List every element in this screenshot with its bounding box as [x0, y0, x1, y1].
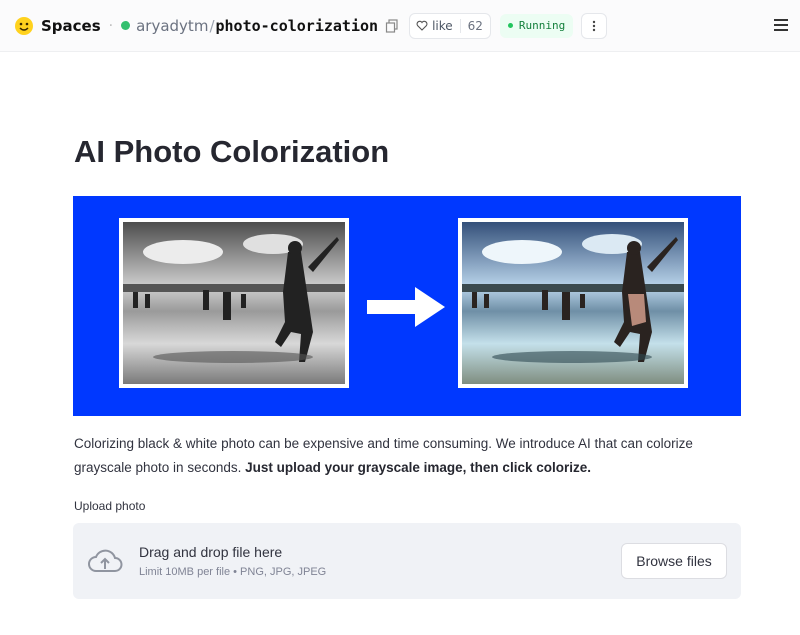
like-label: like [432, 18, 453, 33]
grayscale-photo [119, 218, 349, 388]
path-slash: / [209, 16, 215, 35]
intro-instruction: Just upload your grayscale image, then c… [245, 460, 591, 475]
kebab-icon [593, 20, 596, 31]
status-text: Running [518, 19, 566, 32]
dropzone-text: Drag and drop file here Limit 10MB per f… [139, 544, 621, 578]
breadcrumb-separator: · [108, 17, 114, 34]
browse-files-button[interactable]: Browse files [621, 543, 727, 579]
top-bar: Spaces · aryadytm / photo-colorization l… [0, 0, 800, 52]
colorized-photo [458, 218, 688, 388]
owner-avatar [121, 21, 131, 30]
page-title: AI Photo Colorization [74, 134, 390, 169]
hamburger-menu-icon[interactable] [774, 19, 788, 31]
repo-name[interactable]: photo-colorization [216, 17, 379, 35]
like-button[interactable]: like 62 [409, 12, 491, 39]
more-options-button[interactable] [581, 12, 608, 39]
arrow-right-icon [367, 287, 445, 327]
huggingface-logo[interactable] [14, 16, 34, 36]
file-dropzone[interactable]: Drag and drop file here Limit 10MB per f… [73, 523, 741, 599]
drag-instruction: Drag and drop file here [139, 544, 283, 560]
upload-label: Upload photo [74, 499, 146, 513]
intro-paragraph: Colorizing black & white photo can be ex… [74, 432, 754, 480]
hero-banner [73, 196, 741, 416]
like-count[interactable]: 62 [459, 18, 490, 33]
copy-icon[interactable] [385, 18, 399, 33]
file-limit-text: Limit 10MB per file • PNG, JPG, JPEG [139, 566, 327, 578]
owner-link[interactable]: aryadytm [136, 17, 208, 35]
like-toggle[interactable]: like [410, 19, 460, 33]
cloud-upload-icon [88, 549, 123, 572]
heart-icon [416, 20, 428, 31]
status-badge[interactable]: Running [499, 13, 574, 38]
status-dot [507, 23, 513, 28]
spaces-link[interactable]: Spaces [41, 17, 101, 35]
